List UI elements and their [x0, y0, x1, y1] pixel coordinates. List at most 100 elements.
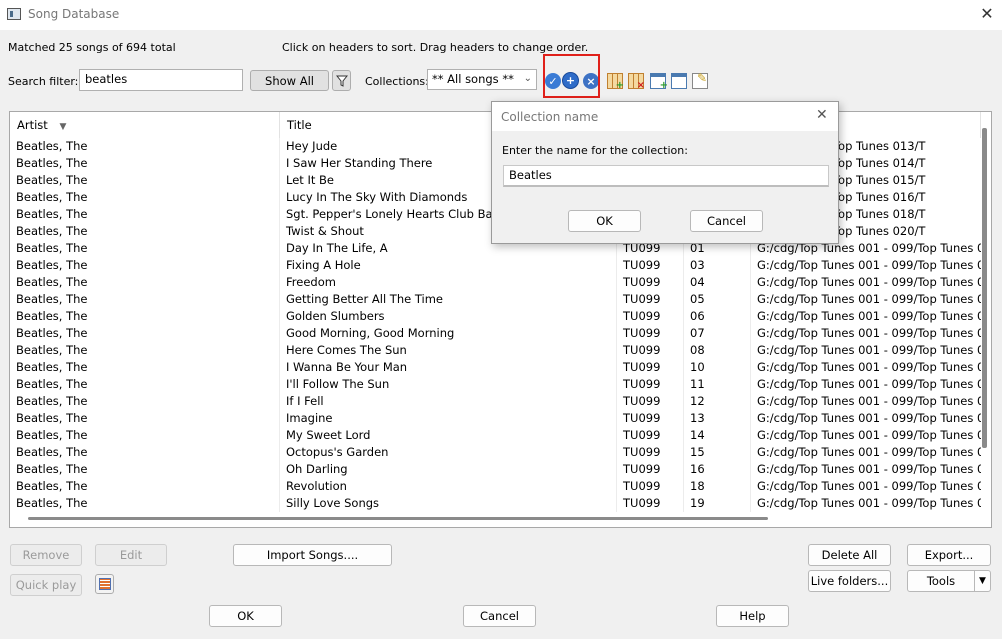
table-row[interactable]: Beatles, The If I Fell TU099 12 G:/cdg/Top T… [10, 393, 981, 410]
cell-disc: TU099 [617, 427, 684, 444]
grid-add-icon[interactable]: + [607, 73, 624, 91]
cell-title: Imagine [280, 410, 617, 427]
table-row[interactable]: Beatles, The Octopus's Garden TU099 15 G:/cd… [10, 444, 981, 461]
cell-disc: TU099 [617, 257, 684, 274]
cell-path: G:/cdg/Top Tunes 001 - 099/Top Tunes 099… [757, 326, 981, 340]
import-songs-button[interactable]: Import Songs.... [233, 544, 392, 566]
calendar-icon[interactable] [95, 574, 114, 594]
cell-artist: Beatles, The [10, 359, 280, 376]
tools-dropdown-icon[interactable]: ▼ [974, 570, 991, 592]
cell-disc: TU099 [617, 393, 684, 410]
cell-track: 08 [684, 342, 751, 359]
collection-name-input[interactable]: Beatles [503, 165, 829, 187]
live-folders-button[interactable]: Live folders... [808, 570, 891, 592]
help-button[interactable]: Help [716, 605, 789, 627]
cell-disc: TU099 [617, 495, 684, 512]
window-close-icon[interactable]: ✕ [978, 4, 996, 23]
ok-button[interactable]: OK [209, 605, 282, 627]
cell-path: G:/cdg/Top Tunes 001 - 099/Top Tunes 099… [757, 258, 981, 272]
dialog-cancel-button[interactable]: Cancel [690, 210, 763, 232]
cell-disc: TU099 [617, 308, 684, 325]
remove-button[interactable]: Remove [10, 544, 82, 566]
window-title: Song Database [28, 7, 120, 21]
delete-all-button[interactable]: Delete All [808, 544, 891, 566]
grid-delete-icon[interactable]: × [628, 73, 645, 91]
edit-notepad-icon[interactable]: ✎ [692, 71, 708, 89]
cell-path: G:/cdg/Top Tunes 001 - 099/Top Tunes 099… [757, 479, 981, 493]
cell-artist: Beatles, The [10, 393, 280, 410]
window-add-icon[interactable]: + [650, 73, 668, 91]
cell-artist: Beatles, The [10, 444, 280, 461]
cell-title: Fixing A Hole [280, 257, 617, 274]
dialog-ok-button[interactable]: OK [568, 210, 641, 232]
cell-title: Getting Better All The Time [280, 291, 617, 308]
cell-track: 12 [684, 393, 751, 410]
collections-selected: ** All songs ** [432, 72, 514, 86]
table-row[interactable]: Beatles, The Silly Love Songs TU099 19 G:/cd… [10, 495, 981, 512]
funnel-icon[interactable] [332, 70, 351, 91]
cell-path: G:/cdg/Top Tunes 001 - 099/Top Tunes 099… [757, 411, 981, 425]
cell-path: G:/cdg/Top Tunes 001 - 099/Top Tunes 099… [757, 360, 981, 374]
cell-artist: Beatles, The [10, 257, 280, 274]
table-row[interactable]: Beatles, The Getting Better All The Time T… [10, 291, 981, 308]
cell-artist: Beatles, The [10, 172, 280, 189]
edit-button[interactable]: Edit [95, 544, 167, 566]
cell-artist: Beatles, The [10, 138, 280, 155]
cell-track: 04 [684, 274, 751, 291]
table-row[interactable]: Beatles, The Fixing A Hole TU099 03 G:/cdg/T… [10, 257, 981, 274]
sort-hint: Click on headers to sort. Drag headers t… [282, 41, 589, 54]
cell-disc: TU099 [617, 444, 684, 461]
cell-track: 14 [684, 427, 751, 444]
table-row[interactable]: Beatles, The I'll Follow The Sun TU099 11 G:… [10, 376, 981, 393]
collections-select[interactable]: ** All songs ** ⌄ [427, 69, 537, 90]
dialog-prompt: Enter the name for the collection: [502, 144, 688, 157]
cell-title: Oh Darling [280, 461, 617, 478]
table-row[interactable]: Beatles, The Imagine TU099 13 G:/cdg/Top Tun… [10, 410, 981, 427]
cell-path: G:/cdg/Top Tunes 001 - 099/Top Tunes 099… [757, 343, 981, 357]
cell-disc: TU099 [617, 461, 684, 478]
table-row[interactable]: Beatles, The My Sweet Lord TU099 14 G:/cdg/T… [10, 427, 981, 444]
table-row[interactable]: Beatles, The Good Morning, Good Morning TU… [10, 325, 981, 342]
table-row[interactable]: Beatles, The Here Comes The Sun TU099 08 G:/… [10, 342, 981, 359]
cell-artist: Beatles, The [10, 189, 280, 206]
cell-artist: Beatles, The [10, 291, 280, 308]
window-icon[interactable] [671, 73, 687, 89]
export-button[interactable]: Export... [907, 544, 991, 566]
cell-track: 10 [684, 359, 751, 376]
cell-track: 05 [684, 291, 751, 308]
cell-title: Freedom [280, 274, 617, 291]
table-row[interactable]: Beatles, The Oh Darling TU099 16 G:/cdg/Top … [10, 461, 981, 478]
cell-artist: Beatles, The [10, 274, 280, 291]
table-row[interactable]: Beatles, The Freedom TU099 04 G:/cdg/Top Tun… [10, 274, 981, 291]
cancel-button[interactable]: Cancel [463, 605, 536, 627]
highlight-box [543, 54, 600, 98]
table-row[interactable]: Beatles, The Revolution TU099 18 G:/cdg/Top … [10, 478, 981, 495]
cell-disc: TU099 [617, 342, 684, 359]
cell-artist: Beatles, The [10, 478, 280, 495]
cell-track: 03 [684, 257, 751, 274]
table-row[interactable]: Beatles, The I Wanna Be Your Man TU099 10 G:… [10, 359, 981, 376]
quick-play-button[interactable]: Quick play [10, 574, 82, 596]
cell-title: Silly Love Songs [280, 495, 617, 512]
cell-artist: Beatles, The [10, 410, 280, 427]
cell-artist: Beatles, The [10, 308, 280, 325]
horizontal-scrollbar[interactable] [28, 517, 768, 520]
search-filter-label: Search filter: [8, 75, 79, 88]
cell-artist: Beatles, The [10, 427, 280, 444]
show-all-button[interactable]: Show All [250, 70, 329, 91]
table-row[interactable]: Beatles, The Golden Slumbers TU099 06 G:/cdg… [10, 308, 981, 325]
cell-path: G:/cdg/Top Tunes 001 - 099/Top Tunes 099… [757, 428, 981, 442]
cell-title: Revolution [280, 478, 617, 495]
cell-track: 18 [684, 478, 751, 495]
vertical-scrollbar[interactable] [982, 128, 987, 448]
collections-label: Collections: [365, 75, 429, 88]
search-input[interactable]: beatles [79, 69, 243, 91]
cell-track: 15 [684, 444, 751, 461]
title-bar: Song Database ✕ [0, 0, 1002, 30]
cell-path: G:/cdg/Top Tunes 001 - 099/Top Tunes 099… [757, 309, 981, 323]
column-header-artist[interactable]: Artist ▼ [10, 112, 280, 138]
cell-artist: Beatles, The [10, 206, 280, 223]
dialog-close-icon[interactable]: ✕ [816, 107, 828, 123]
tools-button[interactable]: Tools [907, 570, 975, 592]
cell-track: 13 [684, 410, 751, 427]
